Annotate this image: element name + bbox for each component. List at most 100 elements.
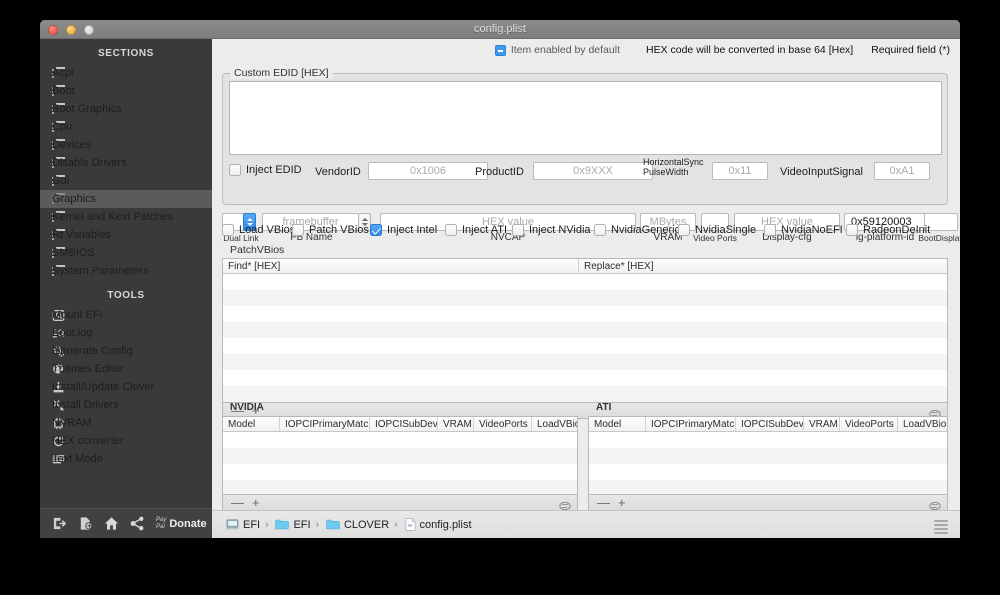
import-icon[interactable] [46,512,72,536]
table-row[interactable] [223,274,947,290]
clear-icon [559,501,571,510]
checkbox-inject-nvidia[interactable]: Inject NVidia [512,224,591,236]
sidebar-item-gui[interactable]: Gui [40,172,212,190]
checkbox-inject-intel[interactable]: Inject Intel [370,224,437,236]
ati-column-header: IOPCIPrimaryMatch [646,417,736,431]
table-row[interactable] [589,432,947,448]
sidebar-item-graphics[interactable]: Graphics [40,190,212,208]
nvidia-body [223,432,577,494]
checkbox-box [846,224,858,236]
hamburger-menu-icon[interactable] [934,520,948,536]
sidebar-item-label: SMBIOS [52,247,95,259]
table-row[interactable] [223,464,577,480]
table-row[interactable] [223,432,577,448]
table-row[interactable] [223,290,947,306]
table-row[interactable] [589,480,947,494]
sidebar-item-boot-graphics[interactable]: Boot Graphics [40,100,212,118]
breadcrumb-item-clover[interactable]: CLOVER [326,519,389,531]
inject-edid-checkbox[interactable]: Inject EDID [229,164,302,176]
sidebar-item-boot[interactable]: Boot [40,82,212,100]
sidebar-item-disable-drivers[interactable]: Disable Drivers [40,154,212,172]
sidebar-tool-text-mode[interactable]: Text Mode [40,450,212,468]
paypal-logo: Pay Pal [156,517,166,530]
sidebar-tool-label: NVRAM [52,417,92,429]
nvidia-grid[interactable]: ModelIOPCIPrimaryMatchIOPCISubDevIdVRAMV… [222,416,578,495]
sidebar-item-smbios[interactable]: SMBIOS [40,244,212,262]
table-row[interactable] [223,480,577,494]
checkbox-nvidiageneric[interactable]: NvidiaGeneric [594,224,680,236]
table-row[interactable] [589,464,947,480]
ati-grid[interactable]: ModelIOPCIPrimaryMatchIOPCISubDevIdVRAMV… [588,416,948,495]
breadcrumb-item-config-plist[interactable]: Wconfig.plist [405,518,472,531]
donate-button[interactable]: Pay Pal Donate [156,517,207,530]
breadcrumb-item-label: EFI [243,518,261,531]
breadcrumb-item-efi[interactable]: EFI [226,519,260,531]
sidebar-item-rt-variables[interactable]: Rt Variables [40,226,212,244]
disk-icon [226,519,239,530]
sidebar-item-acpi[interactable]: Acpi [40,64,212,82]
sidebar-tool-label: Boot.log [52,327,93,339]
checkbox-label: RadeonDeInit [863,224,931,236]
sidebar-tool-themes-editor[interactable]: Themes Editor [40,360,212,378]
nvidia-remove-row-button[interactable]: — [227,495,248,510]
table-row[interactable] [223,448,577,464]
ati-column-header: Model [589,417,646,431]
video-input-signal-label: VideoInputSignal [780,166,863,178]
ati-clear-button[interactable] [929,498,941,510]
hsync-pulse-width-input[interactable]: 0x11 [712,162,768,180]
table-row[interactable] [223,322,947,338]
patchvbios-grid[interactable]: Find* [HEX] Replace* [HEX] [222,258,948,403]
checkbox-inject-ati[interactable]: Inject ATI [445,224,507,236]
custom-edid-textarea[interactable] [229,81,942,155]
sidebar-item-cpu[interactable]: Cpu [40,118,212,136]
sidebar-tool-label: HEX converter [52,435,124,447]
nvidia-column-header: VideoPorts [474,417,532,431]
export-icon[interactable] [72,512,98,536]
ati-remove-row-button[interactable]: — [593,495,614,510]
sidebar-item-system-parameters[interactable]: System Parameters [40,262,212,280]
ati-column-header: VideoPorts [840,417,898,431]
sidebar-tool-boot-log[interactable]: Boot.log [40,324,212,342]
table-row[interactable] [223,306,947,322]
nvidia-column-header: LoadVBios [537,419,577,430]
breadcrumb-item-efi[interactable]: EFI [275,519,311,531]
checkbox-box [222,224,234,236]
sidebar-tool-nvram[interactable]: NVRAM [40,414,212,432]
sidebar-tool-label: Text Mode [52,453,103,465]
checkbox-patch-vbios[interactable]: Patch VBios [292,224,369,236]
home-icon[interactable] [98,512,124,536]
share-icon[interactable] [124,512,150,536]
table-row[interactable] [223,354,947,370]
table-row[interactable] [223,386,947,402]
sidebar-item-kernel-and-kext-patches[interactable]: Kernel and Kext Patches [40,208,212,226]
ati-column-header: IOPCISubDevId [736,417,804,431]
checkbox-load-vbios[interactable]: Load VBios [222,224,295,236]
ati-add-row-button[interactable]: + [614,495,630,510]
sidebar-tool-install-drivers[interactable]: Install Drivers [40,396,212,414]
ati-group-label: ATI [596,402,612,413]
sidebar-sections-header: SECTIONS [98,48,154,59]
table-row[interactable] [589,448,947,464]
sidebar-tool-hex-converter[interactable]: HEX converter [40,432,212,450]
nvidia-footer: — + [222,495,578,511]
sidebar-item-label: Acpi [52,67,74,79]
patchvbios-clear-button[interactable] [929,406,941,418]
breadcrumb-separator: › [394,519,398,530]
sidebar-tool-mount-efi[interactable]: Mount EFI [40,306,212,324]
vendor-id-input[interactable]: 0x1006 [368,162,488,180]
checkbox-radeondeinit[interactable]: RadeonDeInit [846,224,930,236]
product-id-input[interactable]: 0x9XXX [533,162,653,180]
folder-icon [275,519,290,530]
nvidia-clear-button[interactable] [559,498,571,510]
nvidia-add-row-button[interactable]: + [248,495,264,510]
checkbox-nvidianoefi[interactable]: NvidiaNoEFI [764,224,843,236]
ati-column-header: LoadVBios [903,419,947,430]
sidebar-item-devices[interactable]: Devices [40,136,212,154]
sidebar-tool-label: Themes Editor [52,363,124,375]
table-row[interactable] [223,370,947,386]
sidebar-tool-generate-config[interactable]: Generate Config [40,342,212,360]
sidebar-tool-install-update-clover[interactable]: Install/Update Clover [40,378,212,396]
table-row[interactable] [223,338,947,354]
checkbox-nvidiasingle[interactable]: NvidiaSingle [678,224,756,236]
video-input-signal-input[interactable]: 0xA1 [874,162,930,180]
